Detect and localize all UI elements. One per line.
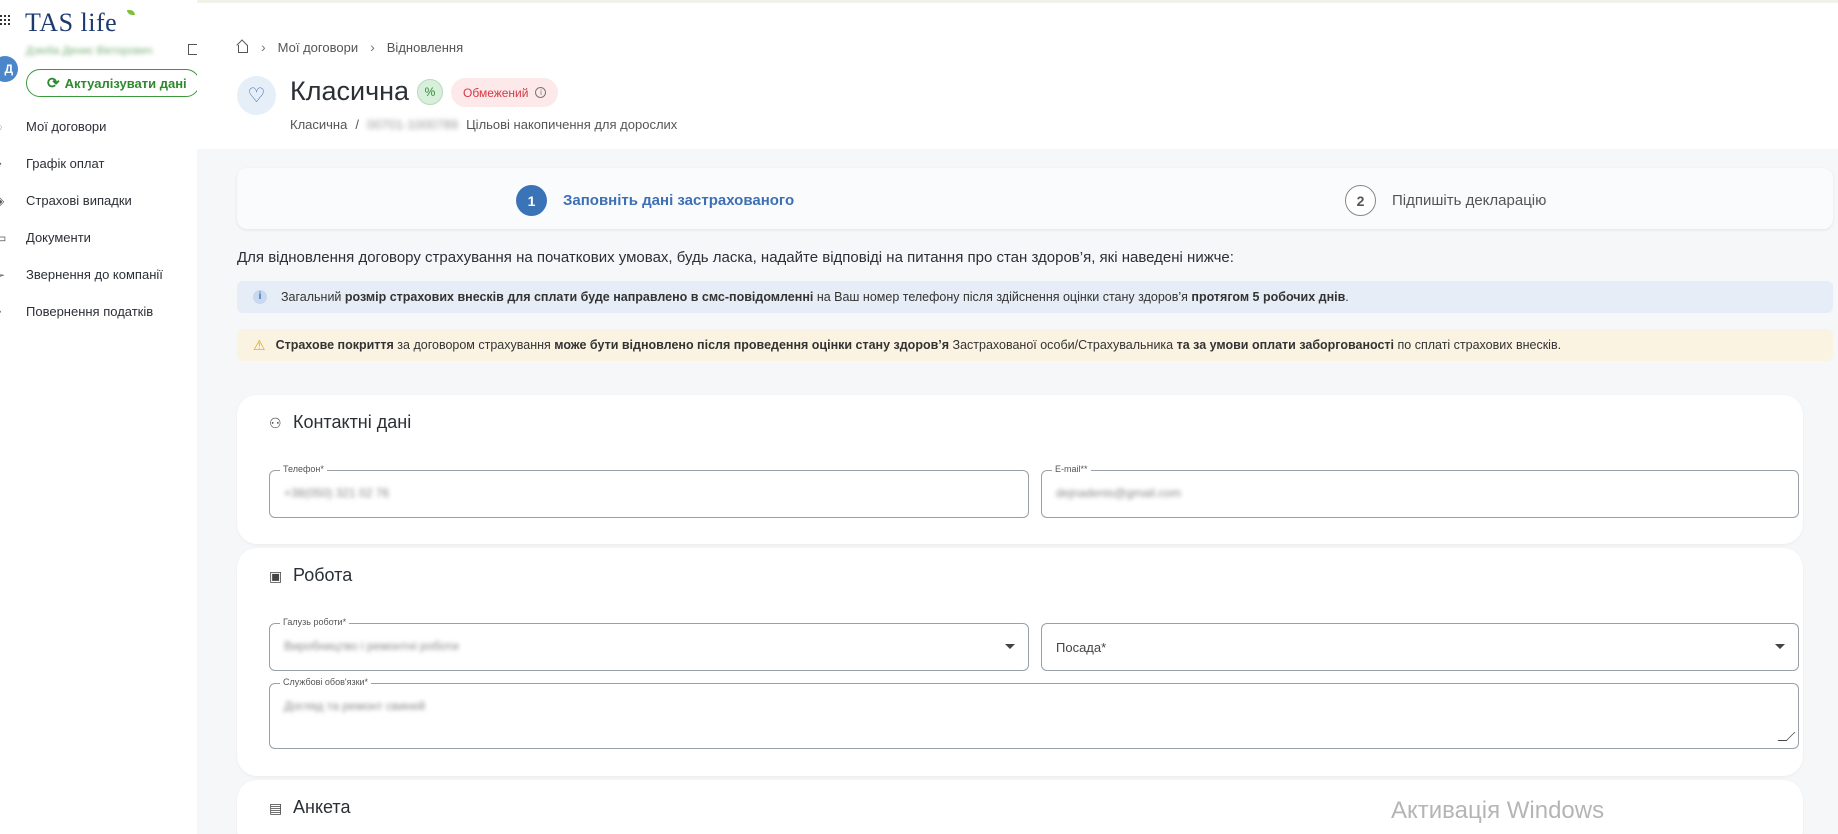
stepper: 1 Заповніть дані застрахованого 2 Підпиш… bbox=[237, 168, 1833, 229]
breadcrumb-current: Відновлення bbox=[386, 39, 464, 55]
tax-return-icon: ◊ bbox=[0, 306, 7, 318]
sidebar-item-label: Повернення податків bbox=[26, 304, 154, 319]
briefcase-icon: ▣ bbox=[269, 567, 283, 584]
sidebar-item-label: Звернення до компанії bbox=[26, 267, 163, 282]
logo-leaf-icon bbox=[127, 10, 135, 15]
sidebar-item-appeals[interactable]: ➢ Звернення до компанії bbox=[0, 256, 197, 293]
breadcrumb: › Мої договори › Відновлення bbox=[237, 39, 463, 55]
industry-value: Виробництво і ремонтні роботи bbox=[284, 639, 459, 653]
chevron-down-icon bbox=[1005, 644, 1015, 649]
sidebar-item-label: Документи bbox=[26, 230, 91, 245]
app-logo[interactable]: TAS life bbox=[25, 8, 135, 38]
home-icon[interactable] bbox=[237, 41, 249, 53]
resize-handle-icon[interactable] bbox=[1777, 732, 1796, 741]
refresh-icon: ⟳ bbox=[47, 75, 60, 92]
phone-field[interactable]: Телефон* +38(050) 321 02 76 bbox=[269, 464, 1029, 518]
intro-text: Для відновлення договору страхування на … bbox=[237, 249, 1234, 266]
duties-label: Службові обов'язки* bbox=[280, 677, 372, 687]
work-title-label: Робота bbox=[293, 565, 353, 585]
position-placeholder: Посада* bbox=[1056, 640, 1107, 655]
phone-label: Телефон* bbox=[280, 464, 327, 474]
product-sub-slash: / bbox=[355, 117, 359, 132]
refresh-data-button[interactable]: ⟳ Актуалізувати дані bbox=[26, 69, 200, 97]
logout-icon[interactable] bbox=[188, 44, 197, 55]
sidebar: TAS life Д Дзюба Денис Вікторович ⟳ Акту… bbox=[0, 0, 200, 834]
step-2-label: Підпишіть декларацію bbox=[1392, 192, 1547, 209]
product-shield-heart-icon: ♡ bbox=[237, 76, 276, 115]
contacts-title-label: Контактні дані bbox=[293, 412, 412, 432]
phone-value: +38(050) 321 02 76 bbox=[284, 486, 390, 500]
sidebar-nav: ◌ Мої договори ◔ Графік оплат ◈ Страхові… bbox=[0, 108, 197, 330]
sidebar-item-contracts[interactable]: ◌ Мої договори bbox=[0, 108, 197, 145]
info-icon: i bbox=[253, 290, 267, 304]
email-label: E-mail** bbox=[1052, 464, 1091, 474]
product-sub-program: Цільові накопичення для дорослих bbox=[466, 117, 678, 132]
step-1-label: Заповніть дані застрахованого bbox=[563, 192, 795, 209]
step-2-number: 2 bbox=[1345, 185, 1376, 216]
send-icon: ➢ bbox=[0, 267, 6, 282]
percent-badge-icon: % bbox=[417, 79, 443, 105]
breadcrumb-separator: › bbox=[261, 39, 266, 55]
user-name: Дзюба Денис Вікторович bbox=[26, 45, 153, 57]
info-note-text: Загальний розмір страхових внесків для с… bbox=[281, 290, 1349, 304]
page-header: › Мої договори › Відновлення ♡ Класична … bbox=[197, 3, 1838, 149]
sidebar-item-insurance-cases[interactable]: ◈ Страхові випадки bbox=[0, 182, 197, 219]
sidebar-item-payment-schedule[interactable]: ◔ Графік оплат bbox=[0, 145, 197, 182]
main-content: › Мої договори › Відновлення ♡ Класична … bbox=[197, 3, 1838, 834]
position-select[interactable]: Посада* bbox=[1041, 623, 1799, 671]
sidebar-item-tax-return[interactable]: ◊ Повернення податків bbox=[0, 293, 197, 330]
person-icon: ⚇ bbox=[269, 414, 282, 431]
payment-schedule-icon: ◔ bbox=[0, 158, 7, 170]
product-sub-name: Класична bbox=[290, 117, 348, 132]
contract-number: 00701-1000789 bbox=[366, 117, 459, 132]
refresh-button-label: Актуалізувати дані bbox=[64, 75, 187, 91]
warning-note-text: Страхове покриття за договором страхуван… bbox=[275, 338, 1562, 352]
industry-select[interactable]: Галузь роботи* Виробництво і ремонтні ро… bbox=[269, 617, 1029, 671]
step-2[interactable]: 2 Підпишіть декларацію bbox=[1345, 185, 1546, 216]
status-badge-label: Обмежений bbox=[463, 85, 529, 100]
sidebar-item-label: Мої договори bbox=[26, 119, 107, 134]
info-icon[interactable]: i bbox=[535, 87, 547, 98]
breadcrumb-separator: › bbox=[370, 39, 375, 55]
status-badge: Обмежений i bbox=[451, 78, 559, 107]
duties-value: Догляд та ремонт свиней bbox=[284, 699, 426, 713]
step-1[interactable]: 1 Заповніть дані застрахованого bbox=[516, 185, 794, 216]
sidebar-item-label: Страхові випадки bbox=[26, 193, 132, 208]
page-title: Класична bbox=[290, 76, 410, 106]
insurance-case-icon: ◈ bbox=[0, 195, 7, 207]
step-1-number: 1 bbox=[516, 185, 547, 216]
shield-check-icon: ◌ bbox=[0, 121, 7, 133]
warning-icon: ⚠ bbox=[253, 336, 266, 353]
work-title: ▣ Робота bbox=[269, 565, 352, 586]
avatar[interactable]: Д bbox=[0, 56, 18, 82]
contacts-card: ⚇ Контактні дані Телефон* +38(050) 321 0… bbox=[237, 395, 1803, 544]
industry-label: Галузь роботи* bbox=[280, 617, 350, 627]
chevron-down-icon bbox=[1775, 644, 1785, 649]
sidebar-item-label: Графік оплат bbox=[26, 156, 105, 171]
survey-title: ▤ Анкета bbox=[269, 797, 351, 818]
info-note: i Загальний розмір страхових внесків для… bbox=[237, 281, 1833, 313]
document-icon: ▭ bbox=[0, 230, 7, 245]
breadcrumb-contracts-link[interactable]: Мої договори bbox=[278, 40, 358, 55]
work-card: ▣ Робота Галузь роботи* Виробництво і ре… bbox=[237, 548, 1803, 776]
list-document-icon: ▤ bbox=[269, 799, 283, 816]
survey-title-label: Анкета bbox=[293, 797, 351, 817]
duties-textarea[interactable]: Службові обов'язки* Догляд та ремонт сви… bbox=[269, 677, 1799, 749]
apps-grid-icon[interactable] bbox=[0, 15, 10, 25]
email-value: dejnadenis@gmail.com bbox=[1056, 486, 1181, 500]
sidebar-item-documents[interactable]: ▭ Документи bbox=[0, 219, 197, 256]
logo-text: TAS life bbox=[25, 8, 118, 37]
product-subtitle: Класична / 00701-1000789 Цільові накопич… bbox=[290, 117, 677, 132]
email-field[interactable]: E-mail** dejnadenis@gmail.com bbox=[1041, 464, 1799, 518]
windows-activation-watermark: Активація Windows bbox=[1391, 797, 1605, 824]
warning-note: ⚠ Страхове покриття за договором страхув… bbox=[237, 329, 1833, 361]
contacts-title: ⚇ Контактні дані bbox=[269, 412, 411, 433]
